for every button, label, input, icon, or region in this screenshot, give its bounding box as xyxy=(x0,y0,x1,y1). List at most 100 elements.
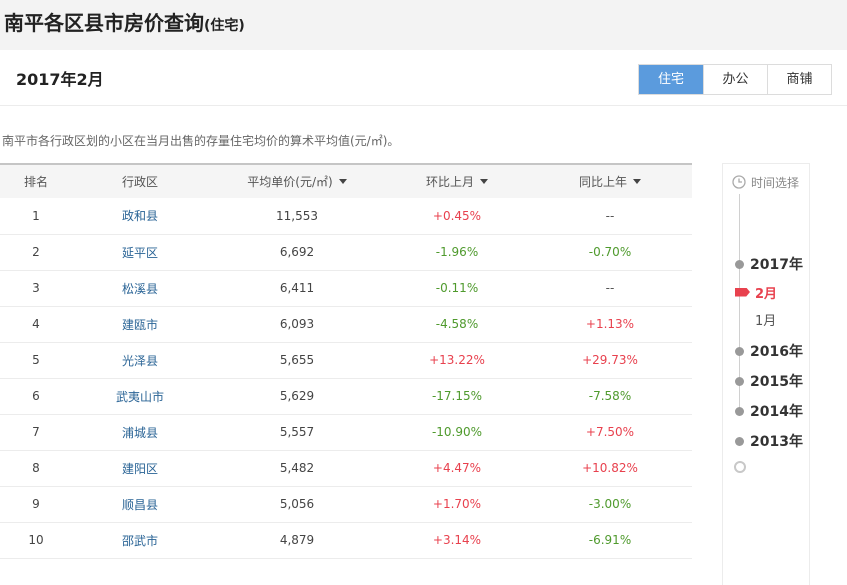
year-2016-label: 2016年 xyxy=(750,344,803,360)
yoy-cell: -0.70% xyxy=(528,234,692,271)
price-cell-value: 5,557 xyxy=(279,425,315,439)
price-cell: 5,557 xyxy=(208,414,386,451)
mom-cell-value: -10.90% xyxy=(431,425,483,439)
mom-cell: -17.15% xyxy=(386,378,528,415)
tab-shop[interactable]: 商铺 xyxy=(767,65,831,94)
yoy-cell: -7.58% xyxy=(528,378,692,415)
district-cell-value[interactable]: 延平区 xyxy=(122,246,158,260)
district-cell-value[interactable]: 邵武市 xyxy=(122,534,158,548)
year-2017[interactable]: 2017年 xyxy=(735,254,803,274)
district-cell: 建阳区 xyxy=(72,450,208,487)
district-cell-value[interactable]: 建阳区 xyxy=(122,462,158,476)
year-2014[interactable]: 2014年 xyxy=(735,401,803,421)
price-cell-value: 5,482 xyxy=(279,461,315,475)
rank-cell: 2 xyxy=(0,234,72,271)
mom-cell-value: +0.45% xyxy=(432,208,482,223)
header-district: 行政区 xyxy=(72,165,208,198)
property-type-tabs: 住宅 办公 商铺 xyxy=(638,64,832,95)
mom-cell: +0.45% xyxy=(386,198,528,235)
district-cell: 光泽县 xyxy=(72,342,208,379)
year-2014-label: 2014年 xyxy=(750,404,803,420)
table-row: 2 延平区 6,692 -1.96% -0.70% xyxy=(0,234,692,271)
tab-office[interactable]: 办公 xyxy=(703,65,767,94)
rank-cell: 5 xyxy=(0,342,72,379)
rank-cell: 3 xyxy=(0,270,72,307)
rank-cell: 4 xyxy=(0,306,72,343)
mom-cell: +1.70% xyxy=(386,486,528,523)
table-row: 1 政和县 11,553 +0.45% -- xyxy=(0,198,692,235)
clock-icon xyxy=(732,175,746,189)
rank-cell-value: 10 xyxy=(28,533,44,547)
price-cell-value: 5,655 xyxy=(279,353,315,367)
district-cell: 建瓯市 xyxy=(72,306,208,343)
month-2-selected[interactable]: 2月 xyxy=(735,282,777,302)
district-cell-value[interactable]: 武夷山市 xyxy=(116,390,164,404)
district-cell-value[interactable]: 政和县 xyxy=(122,209,158,223)
price-cell-value: 6,692 xyxy=(279,245,315,259)
sort-down-icon xyxy=(633,179,641,184)
rank-cell-value: 9 xyxy=(32,497,40,511)
district-cell: 顺昌县 xyxy=(72,486,208,523)
price-cell: 6,093 xyxy=(208,306,386,343)
yoy-cell-value: -7.58% xyxy=(588,389,632,403)
yoy-cell-value: -- xyxy=(605,208,615,223)
price-table-wrapper: 排名 行政区 平均单价(元/㎡) 环比上月 同比上年 1 政和县 11,553 +0.… xyxy=(0,163,692,559)
header-mom-sort[interactable]: 环比上月 xyxy=(386,165,528,198)
table-row: 9 顺昌县 5,056 +1.70% -3.00% xyxy=(0,486,692,523)
yoy-cell: -6.91% xyxy=(528,522,692,559)
table-row: 4 建瓯市 6,093 -4.58% +1.13% xyxy=(0,306,692,343)
month-1[interactable]: 1月 xyxy=(735,309,776,329)
price-cell-value: 5,056 xyxy=(279,497,315,511)
mom-cell-value: -4.58% xyxy=(435,317,479,331)
header-price-label: 平均单价(元/㎡) xyxy=(247,175,333,189)
timeline-dot-icon xyxy=(735,406,744,416)
year-2015-label: 2015年 xyxy=(750,374,803,390)
table-row: 10 邵武市 4,879 +3.14% -6.91% xyxy=(0,522,692,559)
page-title: 南平各区县市房价查询(住宅) xyxy=(4,8,245,38)
mom-cell: -4.58% xyxy=(386,306,528,343)
price-cell-value: 11,553 xyxy=(276,208,318,223)
price-cell: 4,879 xyxy=(208,522,386,559)
mom-cell: -0.11% xyxy=(386,270,528,307)
year-2016[interactable]: 2016年 xyxy=(735,341,803,361)
yoy-cell: -- xyxy=(528,198,692,235)
price-cell: 5,056 xyxy=(208,486,386,523)
header-price-sort[interactable]: 平均单价(元/㎡) xyxy=(208,165,386,198)
header-rank-label: 排名 xyxy=(23,175,48,189)
rank-cell: 9 xyxy=(0,486,72,523)
mom-cell-value: -17.15% xyxy=(431,389,483,403)
district-cell: 武夷山市 xyxy=(72,378,208,415)
period-bar: 2017年2月 住宅 办公 商铺 xyxy=(0,50,847,106)
mom-cell-value: +1.70% xyxy=(432,497,482,511)
timeline-end-icon xyxy=(734,461,746,473)
time-selector-label: 时间选择 xyxy=(751,175,800,190)
month-1-label: 1月 xyxy=(755,313,777,329)
timeline-dot-icon xyxy=(735,259,744,269)
yoy-cell-value: +10.82% xyxy=(582,461,638,475)
rank-cell-value: 5 xyxy=(32,353,40,367)
mom-cell-value: -1.96% xyxy=(435,245,479,259)
district-cell-value[interactable]: 浦城县 xyxy=(122,426,158,440)
price-cell-value: 4,879 xyxy=(279,533,315,547)
rank-cell: 7 xyxy=(0,414,72,451)
mom-cell: +13.22% xyxy=(386,342,528,379)
rank-cell-value: 2 xyxy=(32,245,40,259)
district-cell-value[interactable]: 松溪县 xyxy=(122,282,158,296)
year-2015[interactable]: 2015年 xyxy=(735,371,803,391)
yoy-cell: +7.50% xyxy=(528,414,692,451)
district-cell-value[interactable]: 建瓯市 xyxy=(122,318,158,332)
mom-cell: -1.96% xyxy=(386,234,528,271)
table-body: 1 政和县 11,553 +0.45% -- 2 延平区 6,692 -1.96% -0.70% 3… xyxy=(0,198,692,559)
rank-cell-value: 4 xyxy=(32,317,40,331)
tab-residential[interactable]: 住宅 xyxy=(639,65,703,94)
table-row: 5 光泽县 5,655 +13.22% +29.73% xyxy=(0,342,692,379)
year-2013[interactable]: 2013年 xyxy=(735,431,803,451)
district-cell-value[interactable]: 顺昌县 xyxy=(122,498,158,512)
district-cell-value[interactable]: 光泽县 xyxy=(122,354,158,368)
header-yoy-sort[interactable]: 同比上年 xyxy=(528,165,692,198)
header-district-label: 行政区 xyxy=(121,175,158,189)
price-cell: 5,629 xyxy=(208,378,386,415)
district-cell: 延平区 xyxy=(72,234,208,271)
yoy-cell: -3.00% xyxy=(528,486,692,523)
yoy-cell-value: +1.13% xyxy=(585,317,635,331)
